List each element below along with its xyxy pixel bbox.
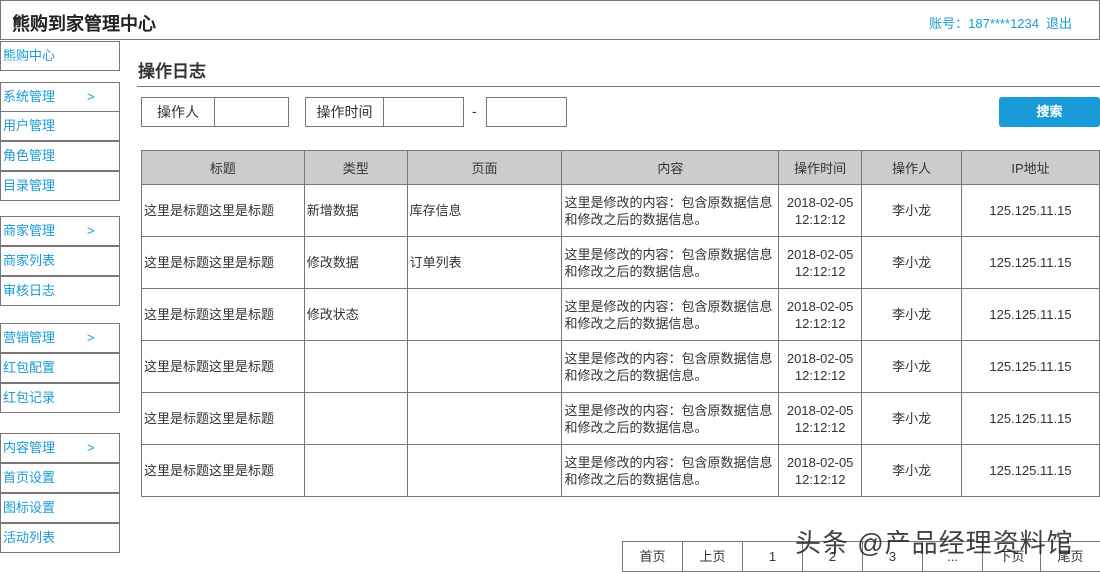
table-cell: 李小龙 — [861, 288, 963, 341]
table-cell: 李小龙 — [861, 392, 963, 445]
sidebar-item[interactable]: 审核日志 — [0, 276, 120, 306]
table-cell: 这里是标题这里是标题 — [141, 340, 305, 393]
title-divider — [137, 86, 1100, 87]
chevron-right-icon: > — [87, 330, 95, 345]
table-cell: 李小龙 — [861, 184, 963, 237]
table-cell: 2018-02-05 12:12:12 — [778, 340, 863, 393]
column-header: 类型 — [303, 150, 408, 185]
sidebar-item-home[interactable]: 熊购中心 — [0, 41, 120, 71]
sidebar-item[interactable]: 商家列表 — [0, 246, 120, 276]
time-start-input[interactable] — [383, 97, 464, 127]
table-cell: 2018-02-05 12:12:12 — [778, 444, 863, 497]
time-label: 操作时间 — [305, 97, 384, 127]
table-cell — [406, 288, 563, 341]
table-cell — [406, 444, 563, 497]
sidebar-item[interactable]: 红包记录 — [0, 383, 120, 413]
table-cell: 修改状态 — [303, 288, 408, 341]
table-cell: 这里是修改的内容：包含原数据信息和修改之后的数据信息。 — [561, 236, 780, 289]
table-cell: 这里是修改的内容：包含原数据信息和修改之后的数据信息。 — [561, 340, 780, 393]
table-cell: 订单列表 — [406, 236, 563, 289]
table-cell — [406, 340, 563, 393]
column-header: 操作人 — [861, 150, 963, 185]
sidebar-item[interactable]: 红包配置 — [0, 353, 120, 383]
table-cell: 这里是标题这里是标题 — [141, 184, 305, 237]
table-cell: 125.125.11.15 — [961, 288, 1100, 341]
sidebar-group-header[interactable]: 内容管理 > — [0, 433, 120, 463]
sidebar-group-label: 商家管理 — [3, 223, 56, 238]
sidebar-item[interactable]: 图标设置 — [0, 493, 120, 523]
table-cell: 2018-02-05 12:12:12 — [778, 288, 863, 341]
table-row: 这里是标题这里是标题 修改状态 这里是修改的内容：包含原数据信息和修改之后的数据信息… — [141, 288, 1100, 341]
log-table: 标题 类型 页面 内容 操作时间 操作人 IP地址 这里是标题这里是标题 新增数据 库存信息 这里… — [141, 150, 1100, 497]
table-cell: 这里是标题这里是标题 — [141, 444, 305, 497]
table-row: 这里是标题这里是标题 这里是修改的内容：包含原数据信息和修改之后的数据信息。 201… — [141, 392, 1100, 445]
chevron-right-icon: > — [87, 89, 95, 104]
operator-label: 操作人 — [141, 97, 215, 127]
table-cell: 这里是标题这里是标题 — [141, 392, 305, 445]
table-cell: 125.125.11.15 — [961, 444, 1100, 497]
sidebar-item[interactable]: 目录管理 — [0, 171, 120, 201]
table-row: 这里是标题这里是标题 这里是修改的内容：包含原数据信息和修改之后的数据信息。 201… — [141, 444, 1100, 497]
table-row: 这里是标题这里是标题 新增数据 库存信息 这里是修改的内容：包含原数据信息和修改之后的… — [141, 184, 1100, 237]
table-cell: 李小龙 — [861, 444, 963, 497]
sidebar-group-label: 系统管理 — [3, 89, 56, 104]
table-cell: 修改数据 — [303, 236, 408, 289]
table-cell: 这里是修改的内容：包含原数据信息和修改之后的数据信息。 — [561, 392, 780, 445]
page-title: 操作日志 — [138, 62, 206, 81]
sidebar-group-header[interactable]: 商家管理 > — [0, 216, 120, 246]
time-end-input[interactable] — [486, 97, 567, 127]
chevron-right-icon: > — [87, 440, 95, 455]
table-cell: 李小龙 — [861, 340, 963, 393]
table-row: 这里是标题这里是标题 这里是修改的内容：包含原数据信息和修改之后的数据信息。 201… — [141, 340, 1100, 393]
table-cell — [406, 392, 563, 445]
column-header: 操作时间 — [778, 150, 863, 185]
column-header: 页面 — [406, 150, 563, 185]
table-cell: 125.125.11.15 — [961, 236, 1100, 289]
chevron-right-icon: > — [87, 223, 95, 238]
sidebar-group-label: 营销管理 — [3, 330, 56, 345]
table-cell: 这里是修改的内容：包含原数据信息和修改之后的数据信息。 — [561, 184, 780, 237]
table-cell: 新增数据 — [303, 184, 408, 237]
table-cell: 125.125.11.15 — [961, 340, 1100, 393]
table-cell: 这里是修改的内容：包含原数据信息和修改之后的数据信息。 — [561, 444, 780, 497]
sidebar-item[interactable]: 角色管理 — [0, 141, 120, 171]
table-cell — [303, 340, 408, 393]
table-row: 这里是标题这里是标题 修改数据 订单列表 这里是修改的内容：包含原数据信息和修改之后的… — [141, 236, 1100, 289]
table-cell: 这里是修改的内容：包含原数据信息和修改之后的数据信息。 — [561, 288, 780, 341]
operator-input[interactable] — [214, 97, 289, 127]
table-cell: 125.125.11.15 — [961, 392, 1100, 445]
app-header: 熊购到家管理中心 账号：187****1234 退出 — [0, 0, 1100, 40]
sidebar-item[interactable]: 首页设置 — [0, 463, 120, 493]
watermark: 头条 @产品经理资料馆 — [795, 528, 1074, 558]
sidebar-item[interactable]: 用户管理 — [0, 111, 120, 141]
table-cell — [303, 444, 408, 497]
page-button[interactable]: 上页 — [682, 541, 743, 572]
sidebar-group-label: 内容管理 — [3, 440, 56, 455]
table-cell: 李小龙 — [861, 236, 963, 289]
sidebar-group-header[interactable]: 营销管理 > — [0, 323, 120, 353]
table-cell: 这里是标题这里是标题 — [141, 288, 305, 341]
logout-link[interactable]: 退出 — [1046, 13, 1072, 32]
table-cell: 2018-02-05 12:12:12 — [778, 392, 863, 445]
table-cell: 2018-02-05 12:12:12 — [778, 184, 863, 237]
sidebar-group-header[interactable]: 系统管理 > — [0, 82, 120, 112]
table-cell: 2018-02-05 12:12:12 — [778, 236, 863, 289]
time-separator: - — [472, 103, 477, 119]
page-button[interactable]: 1 — [742, 541, 803, 572]
table-cell: 125.125.11.15 — [961, 184, 1100, 237]
page-button[interactable]: 首页 — [622, 541, 683, 572]
search-button[interactable]: 搜索 — [999, 97, 1100, 127]
column-header: IP地址 — [961, 150, 1100, 185]
column-header: 标题 — [141, 150, 305, 185]
column-header: 内容 — [561, 150, 780, 185]
table-cell: 库存信息 — [406, 184, 563, 237]
table-cell: 这里是标题这里是标题 — [141, 236, 305, 289]
table-cell — [303, 392, 408, 445]
account-label: 账号：187****1234 — [929, 16, 1039, 31]
app-title: 熊购到家管理中心 — [12, 14, 156, 34]
sidebar-item[interactable]: 活动列表 — [0, 523, 120, 553]
